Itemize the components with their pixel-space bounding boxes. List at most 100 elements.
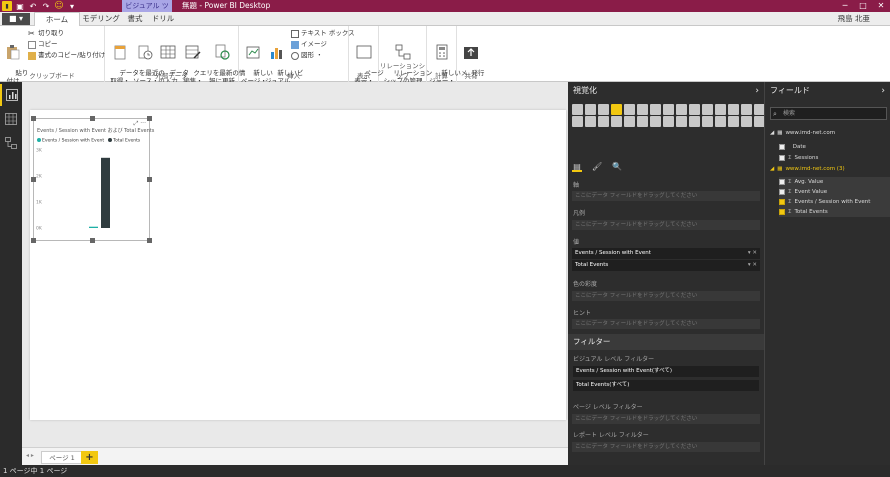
legend-drop-zone[interactable]: ここにデータ フィールドをドラッグしてください — [572, 220, 760, 230]
visual-type-icon[interactable] — [598, 116, 609, 127]
table-header[interactable]: ◢ ▦ www.imd-net.com (3) — [770, 166, 845, 172]
clustered-column-chart-visual[interactable]: ⤢ ··· Events / Session with Event および To… — [31, 116, 154, 243]
visual-type-icon[interactable] — [663, 116, 674, 127]
bar[interactable] — [89, 226, 98, 228]
tab-format[interactable]: 書式 — [122, 12, 148, 26]
resize-handle[interactable] — [31, 116, 36, 121]
report-view-button[interactable] — [0, 84, 22, 106]
add-page-button[interactable]: + — [81, 451, 98, 464]
file-menu-button[interactable]: ■ ▾ — [2, 13, 30, 25]
collapse-pane-icon[interactable]: › — [881, 82, 885, 100]
resize-handle[interactable] — [147, 116, 152, 121]
report-filter-drop-zone[interactable]: ここにデータ フィールドをドラッグしてください — [572, 442, 760, 452]
visual-type-icon[interactable] — [611, 116, 622, 127]
expand-arrow-icon[interactable]: ◢ — [770, 130, 774, 136]
value-field-events-per-session[interactable]: Events / Session with Event ▾ ✕ — [572, 248, 760, 259]
visual-type-icon[interactable] — [676, 116, 687, 127]
shapes-button[interactable]: 図形 ・ — [291, 51, 323, 60]
undo-icon[interactable]: ↶ — [28, 1, 38, 11]
report-page[interactable]: ⤢ ··· Events / Session with Event および To… — [30, 110, 566, 420]
visual-type-icon[interactable] — [650, 104, 661, 115]
visual-type-icon[interactable] — [702, 104, 713, 115]
visual-type-icon[interactable] — [741, 104, 752, 115]
textbox-button[interactable]: テキスト ボックス — [291, 29, 355, 38]
page-nav-arrows[interactable]: ◂ ▸ — [26, 452, 34, 459]
refresh-icon — [215, 44, 230, 60]
field-checkbox[interactable] — [779, 144, 785, 150]
visual-type-icon[interactable] — [624, 116, 635, 127]
visual-type-icon[interactable] — [741, 116, 752, 127]
format-paintbrush-icon[interactable]: 🖌 — [592, 162, 602, 172]
field-checkbox-checked[interactable] — [779, 199, 785, 205]
drag-handle[interactable] — [90, 116, 95, 121]
visual-type-icon[interactable] — [676, 104, 687, 115]
copy-button[interactable]: コピー — [28, 40, 58, 49]
smiley-feedback-icon[interactable]: ☺ — [54, 1, 64, 11]
value-field-total-events[interactable]: Total Events ▾ ✕ — [572, 260, 760, 271]
visual-type-icon[interactable] — [637, 116, 648, 127]
visual-type-icon[interactable] — [715, 104, 726, 115]
page-filter-drop-zone[interactable]: ここにデータ フィールドをドラッグしてください — [572, 414, 760, 424]
field-item[interactable]: Date — [779, 142, 890, 152]
visual-type-icon[interactable] — [663, 104, 674, 115]
user-name[interactable]: 飛島 北亜 — [838, 12, 870, 26]
visual-type-icon[interactable] — [728, 104, 739, 115]
field-options-icon[interactable]: ▾ ✕ — [748, 248, 757, 259]
field-item[interactable]: Σ Avg. Value — [779, 177, 890, 187]
field-checkbox-checked[interactable] — [779, 209, 785, 215]
visual-type-icon[interactable] — [637, 104, 648, 115]
ribbon-group-clipboard: 貼り 付け ✂ 切り取り コピー 書式のコピー/貼り付け クリップボード — [0, 26, 105, 85]
visual-type-icon[interactable] — [715, 116, 726, 127]
field-item[interactable]: Σ Event Value — [779, 187, 890, 197]
data-view-button[interactable] — [0, 108, 22, 130]
tab-modeling[interactable]: モデリング — [82, 12, 120, 26]
relationship-view-button[interactable] — [0, 132, 22, 154]
visual-type-icon[interactable] — [689, 116, 700, 127]
tab-drill[interactable]: ドリル — [150, 12, 176, 26]
page-tab-1[interactable]: ページ 1 — [41, 451, 83, 464]
tooltips-drop-zone[interactable]: ここにデータ フィールドをドラッグしてください — [572, 319, 760, 329]
image-button[interactable]: イメージ — [291, 40, 327, 49]
table-header[interactable]: ◢ ▦ www.imd-net.com — [770, 130, 835, 136]
save-icon[interactable]: ▣ — [15, 1, 25, 11]
field-checkbox[interactable] — [779, 155, 785, 161]
minimize-button[interactable]: ─ — [836, 0, 854, 12]
visual-type-icon[interactable] — [624, 104, 635, 115]
color-saturation-drop-zone[interactable]: ここにデータ フィールドをドラッグしてください — [572, 291, 760, 301]
field-item[interactable]: Σ Total Events — [779, 207, 890, 217]
visual-type-icon[interactable] — [585, 104, 596, 115]
redo-icon[interactable]: ↷ — [41, 1, 51, 11]
tab-home[interactable]: ホーム — [34, 12, 80, 27]
visual-type-icon[interactable] — [611, 104, 622, 115]
analytics-magnifier-icon[interactable]: 🔍 — [612, 162, 622, 172]
visual-type-icon[interactable] — [689, 104, 700, 115]
field-options-icon[interactable]: ▾ ✕ — [748, 260, 757, 271]
expand-arrow-icon[interactable]: ◢ — [770, 166, 774, 172]
fields-tab-icon[interactable]: ▤ — [572, 162, 582, 172]
field-checkbox[interactable] — [779, 189, 785, 195]
field-checkbox[interactable] — [779, 179, 785, 185]
new-visual-icon — [271, 48, 282, 59]
qat-dropdown-icon[interactable]: ▾ — [67, 1, 77, 11]
visual-type-icon[interactable] — [598, 104, 609, 115]
close-button[interactable]: ✕ — [872, 0, 890, 12]
visual-type-icon[interactable] — [728, 116, 739, 127]
edit-queries-icon — [185, 45, 201, 59]
filter-item-total-events[interactable]: Total Events(すべて) — [573, 380, 759, 391]
collapse-pane-icon[interactable]: › — [755, 82, 759, 100]
visual-type-icon[interactable] — [572, 104, 583, 115]
bar[interactable] — [101, 157, 110, 228]
visual-type-icon[interactable] — [585, 116, 596, 127]
field-item[interactable]: Σ Sessions — [779, 153, 890, 163]
visual-type-icon[interactable] — [572, 116, 583, 127]
field-item[interactable]: Σ Events / Session with Event — [779, 197, 890, 207]
visual-type-icon[interactable] — [702, 116, 713, 127]
filter-item-events-per-session[interactable]: Events / Session with Event(すべて) — [573, 366, 759, 377]
format-painter-button[interactable]: 書式のコピー/貼り付け — [28, 51, 105, 60]
visual-type-icon[interactable] — [650, 116, 661, 127]
fields-search-input[interactable]: ⌕ 検索 — [770, 107, 887, 120]
cut-button[interactable]: ✂ 切り取り — [28, 29, 64, 38]
ribbon-group-share: 発行 共有 — [457, 26, 485, 82]
maximize-button[interactable]: □ — [854, 0, 872, 12]
axis-drop-zone[interactable]: ここにデータ フィールドをドラッグしてください — [572, 191, 760, 201]
